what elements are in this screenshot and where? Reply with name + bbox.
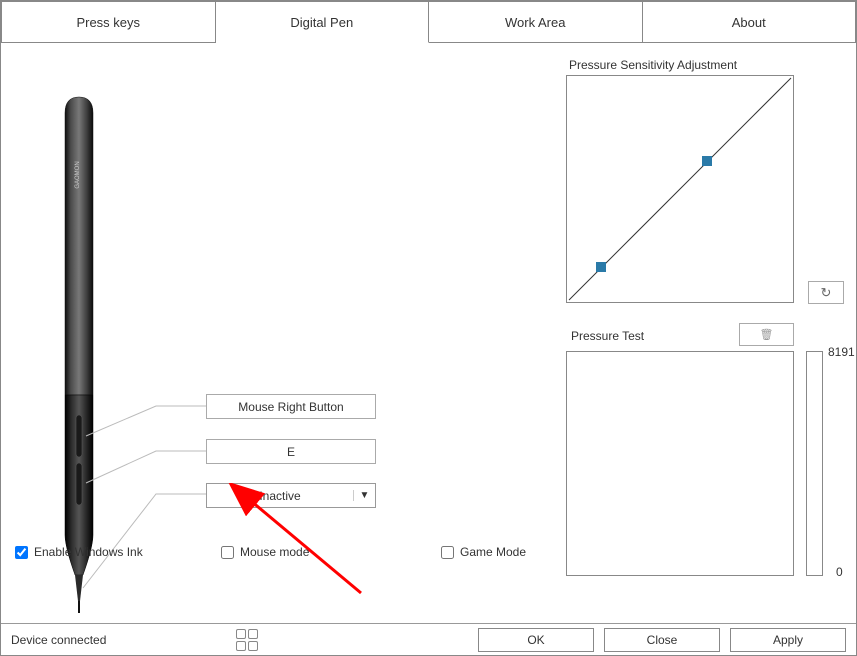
pressure-gauge-min: 0 <box>836 565 843 579</box>
mouse-mode-label: Mouse mode <box>240 545 309 559</box>
pressure-sensitivity-graph[interactable] <box>566 75 794 303</box>
enable-windows-ink-checkbox[interactable] <box>15 546 28 559</box>
tab-about[interactable]: About <box>643 1 857 43</box>
enable-windows-ink-check[interactable]: Enable Windows Ink <box>15 545 221 559</box>
status-text: Device connected <box>11 633 226 647</box>
pen-tip-mode-dropdown[interactable]: Inactive ▼ <box>206 483 376 508</box>
ok-button[interactable]: OK <box>478 628 594 652</box>
game-mode-label: Game Mode <box>460 545 526 559</box>
pressure-gauge-max: 8191 <box>828 345 855 359</box>
tab-digital-pen[interactable]: Digital Pen <box>216 1 430 43</box>
close-button[interactable]: Close <box>604 628 720 652</box>
options-row: Enable Windows Ink Mouse mode Game Mode <box>15 541 842 563</box>
pressure-test-clear-button[interactable]: 🗑 <box>739 323 794 346</box>
pen-tip-mode-value: Inactive <box>207 489 353 503</box>
app-window: Press keys Digital Pen Work Area About <box>0 0 857 656</box>
grid-view-icon[interactable] <box>236 629 258 651</box>
tab-work-area[interactable]: Work Area <box>429 1 643 43</box>
tab-bar: Press keys Digital Pen Work Area About <box>1 1 856 43</box>
pen-lower-button-field[interactable]: E <box>206 439 376 464</box>
pen-upper-button-field[interactable]: Mouse Right Button <box>206 394 376 419</box>
status-bar: Device connected OK Close Apply <box>1 623 856 655</box>
enable-windows-ink-label: Enable Windows Ink <box>34 545 143 559</box>
tab-press-keys[interactable]: Press keys <box>1 1 216 43</box>
chevron-down-icon: ▼ <box>353 490 375 501</box>
svg-text:GAOMON: GAOMON <box>75 161 81 188</box>
pressure-test-label: Pressure Test <box>571 329 644 343</box>
mouse-mode-checkbox[interactable] <box>221 546 234 559</box>
pressure-sensitivity-reset-button[interactable]: ↻ <box>808 281 844 304</box>
pressure-sensitivity-label: Pressure Sensitivity Adjustment <box>569 58 737 72</box>
apply-button[interactable]: Apply <box>730 628 846 652</box>
reset-icon: ↻ <box>821 285 832 301</box>
game-mode-checkbox[interactable] <box>441 546 454 559</box>
mouse-mode-check[interactable]: Mouse mode <box>221 545 441 559</box>
pen-illustration: GAOMON <box>59 95 99 615</box>
trash-icon: 🗑 <box>760 328 774 341</box>
page-body: GAOMON Mouse Right Button E Inactive ▼ P… <box>1 43 856 623</box>
game-mode-check[interactable]: Game Mode <box>441 545 526 559</box>
